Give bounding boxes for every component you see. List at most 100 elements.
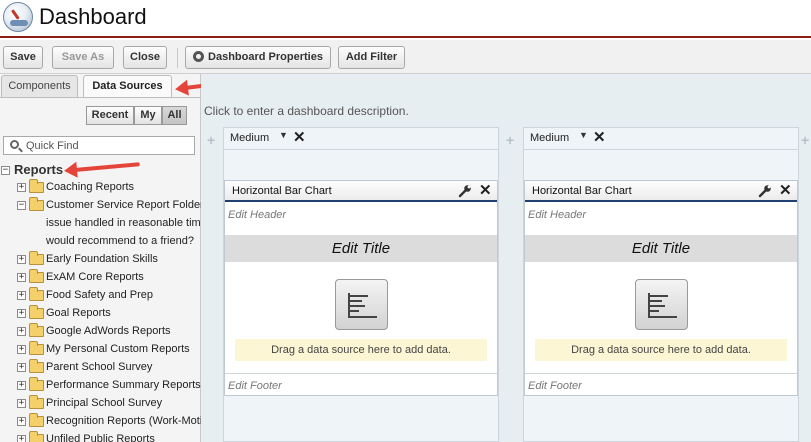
expand-icon[interactable]: + [17, 183, 26, 192]
edit-footer-field[interactable]: Edit Footer [228, 380, 282, 392]
edit-header-field[interactable]: Edit Header [228, 209, 286, 221]
header: Dashboard [0, 0, 811, 38]
quick-find-input[interactable] [26, 139, 191, 153]
dashboard-description[interactable]: Click to enter a dashboard description. [204, 104, 409, 118]
gear-icon [193, 51, 205, 62]
tree-root-label: Reports [14, 162, 64, 177]
expand-icon[interactable]: + [17, 255, 26, 264]
add-column-icon[interactable]: + [801, 132, 809, 148]
expand-icon[interactable]: + [17, 417, 26, 426]
filter-recent-button[interactable]: Recent [86, 106, 134, 125]
folder-icon [29, 395, 44, 409]
column-header: Medium ▼ ✕ [224, 128, 498, 150]
tree-item-label: Customer Service Report Folder [46, 199, 201, 211]
tree-item[interactable]: + Goal Reports [0, 305, 201, 323]
search-icon [10, 140, 19, 149]
collapse-icon[interactable]: − [1, 166, 10, 175]
folder-icon [29, 305, 44, 319]
close-icon[interactable]: ✕ [479, 181, 492, 199]
tree-item-label: Goal Reports [46, 307, 111, 319]
collapse-icon[interactable]: − [17, 201, 26, 210]
tree-item[interactable]: + Unfiled Public Reports [0, 431, 201, 442]
tree-item[interactable]: + Parent School Survey [0, 359, 201, 377]
close-button[interactable]: Close [123, 46, 167, 69]
tree-item-label: Early Foundation Skills [46, 253, 158, 265]
tree-item[interactable]: + Early Foundation Skills [0, 251, 201, 269]
folder-icon [29, 323, 44, 337]
tree-item[interactable]: + Performance Summary Reports [0, 377, 201, 395]
toolbar-separator [177, 48, 178, 68]
folder-icon [29, 431, 44, 442]
tab-components[interactable]: Components [1, 75, 78, 97]
expand-icon[interactable]: + [17, 327, 26, 336]
expand-icon[interactable]: + [17, 345, 26, 354]
tree-item-label: Food Safety and Prep [46, 289, 154, 301]
dashboard-column: Medium ▼ ✕ Horizontal Bar Chart ✕ Edit H… [223, 127, 499, 442]
expand-icon[interactable]: + [17, 273, 26, 282]
drop-zone[interactable]: Drag a data source here to add data. [535, 339, 787, 361]
add-column-icon[interactable]: + [207, 132, 215, 148]
close-icon[interactable]: ✕ [593, 128, 606, 146]
chevron-down-icon[interactable]: ▼ [279, 130, 288, 140]
dashboard-column: Medium ▼ ✕ Horizontal Bar Chart ✕ Edit H… [523, 127, 799, 442]
dashboard-properties-button[interactable]: Dashboard Properties [185, 46, 331, 69]
edit-footer-field[interactable]: Edit Footer [528, 380, 582, 392]
quick-find-box [3, 136, 195, 155]
tree-item[interactable]: − Customer Service Report Folder [0, 197, 201, 215]
folder-icon [29, 413, 44, 427]
tree-item[interactable]: + ExAM Core Reports [0, 269, 201, 287]
tree-item-label: issue handled in reasonable time? [46, 217, 201, 229]
bar-chart-icon [635, 279, 688, 330]
filter-my-button[interactable]: My [134, 106, 162, 125]
add-column-icon[interactable]: + [506, 132, 514, 148]
close-icon[interactable]: ✕ [293, 128, 306, 146]
wrench-icon[interactable] [458, 184, 472, 198]
tree-item-label: Coaching Reports [46, 181, 135, 193]
tree-item-label: Recognition Reports (Work-Motivation) [46, 415, 201, 427]
expand-icon[interactable]: + [17, 435, 26, 442]
dashboard-properties-label: Dashboard Properties [208, 51, 323, 63]
chart-component[interactable]: Horizontal Bar Chart ✕ Edit Header Edit … [524, 180, 798, 396]
expand-icon[interactable]: + [17, 309, 26, 318]
edit-header-field[interactable]: Edit Header [528, 209, 586, 221]
tree-report-item[interactable]: issue handled in reasonable time? [0, 215, 201, 233]
tree-item[interactable]: + Food Safety and Prep [0, 287, 201, 305]
tree-item[interactable]: + Google AdWords Reports [0, 323, 201, 341]
tree-item-label: Performance Summary Reports [46, 379, 201, 391]
report-tree: − Reports + Coaching Reports − Customer … [0, 162, 201, 442]
add-filter-button[interactable]: Add Filter [338, 46, 405, 69]
wrench-icon[interactable] [758, 184, 772, 198]
component-type-label: Horizontal Bar Chart [532, 185, 632, 197]
save-as-button[interactable]: Save As [52, 46, 114, 69]
filter-all-button[interactable]: All [162, 106, 187, 125]
folder-icon [29, 341, 44, 355]
page-title: Dashboard [39, 4, 147, 29]
expand-icon[interactable]: + [17, 399, 26, 408]
expand-icon[interactable]: + [17, 363, 26, 372]
column-size-label[interactable]: Medium [530, 132, 569, 144]
tree-item[interactable]: + Principal School Survey [0, 395, 201, 413]
tree-item[interactable]: + Coaching Reports [0, 179, 201, 197]
tree-root-reports[interactable]: − Reports [0, 162, 195, 180]
dashboard-logo-icon [3, 2, 33, 32]
expand-icon[interactable]: + [17, 381, 26, 390]
tree-item[interactable]: + Recognition Reports (Work-Motivation) [0, 413, 201, 431]
tree-item-label: Unfiled Public Reports [46, 433, 155, 442]
bar-chart-icon [335, 279, 388, 330]
close-icon[interactable]: ✕ [779, 181, 792, 199]
drop-zone[interactable]: Drag a data source here to add data. [235, 339, 487, 361]
tab-data-sources[interactable]: Data Sources [83, 75, 172, 97]
tree-item[interactable]: + My Personal Custom Reports [0, 341, 201, 359]
component-header: Horizontal Bar Chart ✕ [225, 181, 497, 202]
tree-item-label: My Personal Custom Reports [46, 343, 190, 355]
edit-title-field[interactable]: Edit Title [225, 235, 497, 262]
tree-item-label: Google AdWords Reports [46, 325, 171, 337]
dashboard-canvas[interactable]: Click to enter a dashboard description. … [201, 74, 811, 442]
chevron-down-icon[interactable]: ▼ [579, 130, 588, 140]
edit-title-field[interactable]: Edit Title [525, 235, 797, 262]
column-size-label[interactable]: Medium [230, 132, 269, 144]
save-button[interactable]: Save [3, 46, 43, 69]
tree-report-item[interactable]: would recommend to a friend? [0, 233, 201, 251]
expand-icon[interactable]: + [17, 291, 26, 300]
chart-component[interactable]: Horizontal Bar Chart ✕ Edit Header Edit … [224, 180, 498, 396]
